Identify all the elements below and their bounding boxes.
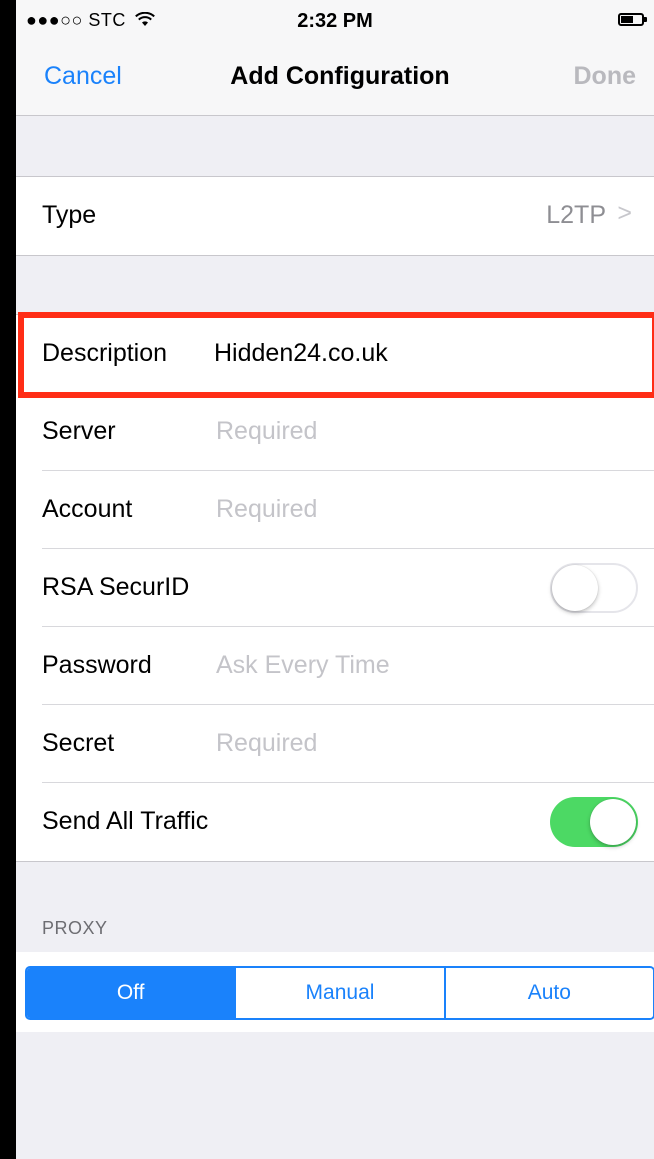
proxy-option-auto[interactable]: Auto: [443, 968, 653, 1018]
account-label: Account: [42, 495, 133, 523]
account-field[interactable]: Required: [216, 495, 317, 524]
status-time: 2:32 PM: [297, 10, 373, 32]
description-row[interactable]: Description Hidden24.co.uk: [16, 315, 654, 393]
server-row[interactable]: Server Required: [16, 393, 654, 471]
chevron-right-icon: >: [617, 199, 632, 227]
password-field[interactable]: Ask Every Time: [216, 651, 390, 680]
send-all-traffic-label: Send All Traffic: [42, 807, 209, 835]
screen: ●●●○○ STC 2:32 PM Cancel Add Configurati…: [16, 0, 654, 1159]
description-field[interactable]: Hidden24.co.uk: [214, 339, 388, 368]
send-all-traffic-row: Send All Traffic: [16, 783, 654, 861]
vpn-settings-group: Description Hidden24.co.uk Server Requir…: [16, 314, 654, 862]
battery-icon: [618, 13, 647, 26]
navigation-bar: Cancel Add Configuration Done: [16, 40, 654, 116]
status-bar: ●●●○○ STC 2:32 PM: [16, 0, 654, 40]
page-title: Add Configuration: [230, 62, 450, 90]
rsa-securid-label: RSA SecurID: [42, 573, 190, 601]
type-group: Type L2TP >: [16, 176, 654, 256]
password-row[interactable]: Password Ask Every Time: [16, 627, 654, 705]
server-field[interactable]: Required: [216, 417, 317, 446]
proxy-section-header: PROXY: [42, 918, 108, 938]
done-button[interactable]: Done: [574, 62, 637, 91]
proxy-option-off[interactable]: Off: [27, 968, 235, 1018]
server-label: Server: [42, 417, 116, 445]
account-row[interactable]: Account Required: [16, 471, 654, 549]
proxy-segmented-control: Off Manual Auto: [25, 966, 654, 1020]
proxy-option-manual[interactable]: Manual: [234, 968, 444, 1018]
rsa-securid-row: RSA SecurID: [16, 549, 654, 627]
rsa-securid-toggle[interactable]: [550, 563, 638, 613]
type-value: L2TP: [546, 201, 606, 229]
type-label: Type: [42, 201, 97, 229]
secret-label: Secret: [42, 729, 115, 757]
secret-row[interactable]: Secret Required: [16, 705, 654, 783]
send-all-traffic-toggle[interactable]: [550, 797, 638, 847]
password-label: Password: [42, 651, 152, 679]
secret-field[interactable]: Required: [216, 729, 317, 758]
type-row[interactable]: Type L2TP >: [16, 177, 654, 255]
description-label: Description: [42, 339, 168, 367]
